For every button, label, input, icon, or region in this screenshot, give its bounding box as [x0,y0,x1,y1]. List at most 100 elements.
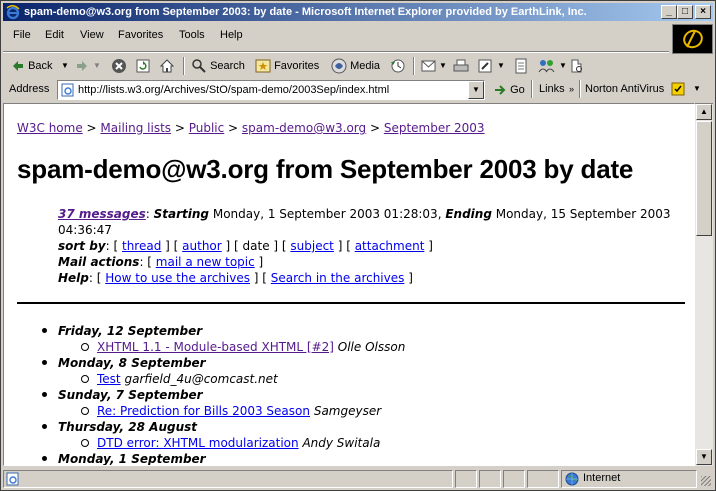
breadcrumb-mailing-lists[interactable]: Mailing lists [100,121,171,135]
links-chevron-icon[interactable]: » [569,80,574,98]
message-author: garfield_4u@comcast.net [124,372,278,386]
throbber-logo-icon [683,29,703,49]
ending-time: 04:36:47 [58,223,112,237]
menu-file[interactable]: File [13,29,31,41]
mail-actions-bracket-end: ] [254,255,264,269]
norton-separator [579,80,581,98]
menu-favorites[interactable]: Favorites [118,29,163,41]
links-label[interactable]: Links [539,80,565,98]
address-input[interactable]: http://lists.w3.org/Archives/StO/spam-de… [57,80,485,100]
sort-author-link[interactable]: author [182,239,222,253]
menu-view[interactable]: View [80,29,104,41]
mail-button[interactable] [421,57,437,75]
status-panel-2 [479,470,501,488]
messenger-dropdown-icon[interactable]: ▼ [559,57,567,75]
status-panel-1 [455,470,477,488]
breadcrumb-public[interactable]: Public [189,121,225,135]
norton-antivirus-label[interactable]: Norton AntiVirus [585,80,664,98]
breadcrumb-list[interactable]: spam-demo@w3.org [242,121,366,135]
mail-actions-label: Mail actions [58,255,140,269]
mail-actions-bracket: : [ [139,255,156,269]
sort-subject-link[interactable]: subject [290,239,334,253]
mail-dropdown-icon[interactable]: ▼ [439,57,447,75]
forward-dropdown-icon[interactable]: ▼ [93,57,101,75]
norton-button[interactable] [671,80,685,98]
back-dropdown-icon[interactable]: ▼ [61,57,69,75]
ending-value: Monday, 15 September 2003 [491,207,671,221]
menu-help[interactable]: Help [220,29,243,41]
list-item: DTD error: XHTML modularization Andy Swi… [4,435,405,451]
messenger-button[interactable] [537,57,557,75]
favorites-star-icon [255,59,271,73]
refresh-button[interactable] [135,57,151,75]
breadcrumb-w3c-home[interactable]: W3C home [17,121,83,135]
back-arrow-icon [13,61,23,72]
back-button[interactable]: Back [11,57,53,75]
new-topic-link[interactable]: mail a new topic [156,255,255,269]
discuss-button[interactable] [513,57,529,75]
help-label: Help [58,271,89,285]
day-date: Monday, 1 September [58,452,206,466]
home-icon [159,59,175,73]
go-label: Go [510,84,525,96]
ie-logo-icon [6,5,20,20]
scroll-thumb[interactable] [696,121,712,236]
norton-dropdown-icon[interactable]: ▼ [693,80,701,98]
message-link[interactable]: Re: Prediction for Bills 2003 Season [97,404,310,418]
go-button[interactable]: Go [493,81,525,99]
search-button[interactable]: Search [191,57,245,75]
minimize-button[interactable]: _ [661,5,677,19]
search-archives-link[interactable]: Search in the archives [271,271,405,285]
status-main [3,470,453,488]
edit-dropdown-icon[interactable]: ▼ [497,57,505,75]
vertical-scrollbar[interactable]: ▲ ▼ [695,103,713,466]
home-button[interactable] [159,57,175,75]
menu-tools[interactable]: Tools [179,29,205,41]
address-url: http://lists.w3.org/Archives/StO/spam-de… [78,84,390,96]
menu-edit[interactable]: Edit [45,29,64,41]
print-button[interactable] [453,57,469,75]
day-date: Sunday, 7 September [58,388,203,402]
address-dropdown-icon[interactable]: ▼ [468,81,484,99]
sort-options: sort by: [ thread ] [ author ] [ date ] … [58,239,433,253]
sort-thread-link[interactable]: thread [122,239,161,253]
browser-window: spam-demo@w3.org from September 2003: by… [0,0,716,491]
message-link[interactable]: XHTML 1.1 - Module-based XHTML [#2] [97,340,334,354]
day-date: Monday, 8 September [58,356,206,370]
scroll-down-icon[interactable]: ▼ [696,449,712,465]
message-list: Friday, 12 September XHTML 1.1 - Module-… [4,323,406,466]
close-button[interactable]: × [695,5,711,19]
sort-separator: ] [ [333,239,355,253]
message-author: Olle Olsson [337,340,406,354]
sort-attachment-link[interactable]: attachment [355,239,425,253]
media-icon [331,58,347,74]
message-link[interactable]: Test [97,372,121,386]
how-to-link[interactable]: How to use the archives [105,271,250,285]
day-date: Friday, 12 September [58,324,203,338]
message-link[interactable]: DTD error: XHTML modularization [97,436,299,450]
page-content: W3C home > Mailing lists > Public > spam… [3,103,695,466]
horizontal-rule [17,302,685,304]
breadcrumb-separator: > [82,121,101,135]
history-button[interactable] [389,57,407,75]
research-button[interactable] [569,57,585,75]
scroll-up-icon[interactable]: ▲ [696,104,712,120]
media-button[interactable]: Media [331,57,380,75]
toolbar-separator [183,57,185,75]
favorites-button[interactable]: Favorites [255,57,319,75]
address-label: Address [9,83,50,95]
edit-button[interactable] [477,57,493,75]
resize-grip-icon[interactable] [701,476,711,486]
zone-label: Internet [583,472,621,484]
maximize-button[interactable]: □ [677,5,693,19]
message-count-link[interactable]: 37 messages [58,207,146,221]
page-title: spam-demo@w3.org from September 2003 by … [17,154,634,184]
stop-button[interactable] [111,57,127,75]
archive-summary: 37 messages: Starting Monday, 1 Septembe… [58,207,671,221]
breadcrumb-month[interactable]: September 2003 [384,121,485,135]
toolbar-separator-2 [413,57,415,75]
sort-separator: ] [ [269,239,291,253]
forward-button[interactable] [75,57,89,75]
forward-arrow-icon [77,61,87,72]
status-zone [561,470,697,488]
